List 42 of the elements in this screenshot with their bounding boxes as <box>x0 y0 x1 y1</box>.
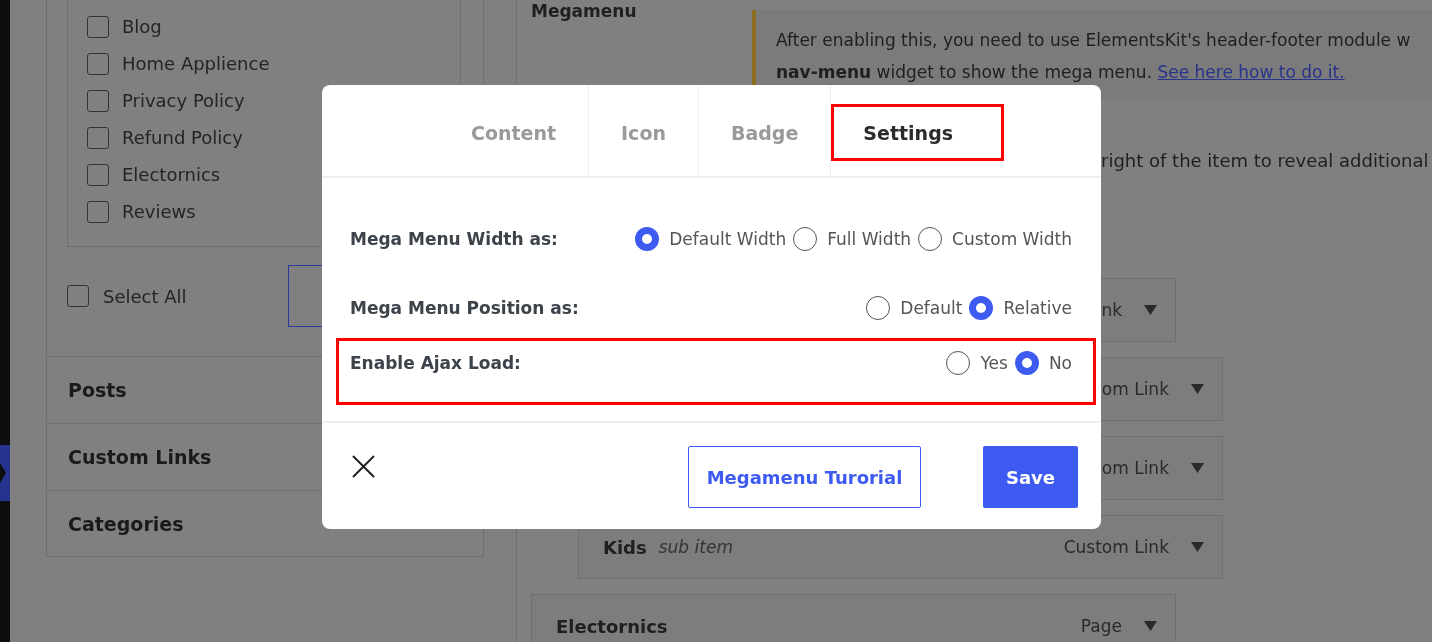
item-title: Electornics <box>556 615 668 637</box>
tab[interactable]: Settings <box>831 104 1005 161</box>
page-label: Electornics <box>122 164 221 185</box>
tab[interactable]: Content <box>438 104 589 161</box>
item-type: om Link <box>1101 379 1169 399</box>
setting-label: Mega Menu Position as: <box>350 298 579 318</box>
option-label: Relative <box>1003 298 1072 318</box>
radio-option[interactable]: Custom Width <box>918 227 1072 251</box>
menu-item[interactable]: Electornics Page <box>531 594 1176 642</box>
tab[interactable]: Icon <box>589 104 698 161</box>
select-all-label: Select All <box>103 285 187 307</box>
item-subtitle: sub item <box>658 537 733 557</box>
page-label: Blog <box>122 16 162 37</box>
radio-option[interactable]: Relative <box>969 296 1072 320</box>
option-label: Default <box>900 298 963 318</box>
option-label: Yes <box>980 353 1008 373</box>
radio-option[interactable]: No <box>1014 351 1072 375</box>
option-label: Custom Width <box>952 229 1072 249</box>
section-heading: Megamenu <box>531 1 638 21</box>
page-label: Home Applience <box>122 53 270 74</box>
radio-option[interactable]: Yes <box>946 351 1008 375</box>
radio-option[interactable]: Full Width <box>793 227 912 251</box>
setting-label: Mega Menu Width as: <box>350 229 558 249</box>
item-type: nk <box>1101 300 1122 320</box>
page-label: Privacy Policy <box>122 90 245 111</box>
item-type: Custom Link <box>1063 537 1169 557</box>
option-label: Full Width <box>827 229 912 249</box>
tutorial-button[interactable]: Megamenu Turorial <box>688 446 921 508</box>
radio-option[interactable]: Default <box>866 296 963 320</box>
option-label: Default Width <box>669 229 787 249</box>
hint-text: right of the item to reveal additional <box>1101 150 1430 171</box>
notice-text: nav-menu widget to show the mega menu. <box>776 62 1153 82</box>
item-title: Kids <box>603 536 647 558</box>
item-type: om Link <box>1101 458 1169 478</box>
notice-text: After enabling this, you need to use ElementsKit's header-footer module w <box>776 29 1412 52</box>
item-type: Page <box>1080 616 1122 636</box>
tab[interactable]: Badge <box>698 104 831 161</box>
save-button[interactable]: Save <box>983 446 1078 508</box>
page-label: Refund Policy <box>122 127 243 148</box>
radio-option[interactable]: Default Width <box>635 227 787 251</box>
option-label: No <box>1048 353 1072 373</box>
page-label: Reviews <box>122 201 196 222</box>
